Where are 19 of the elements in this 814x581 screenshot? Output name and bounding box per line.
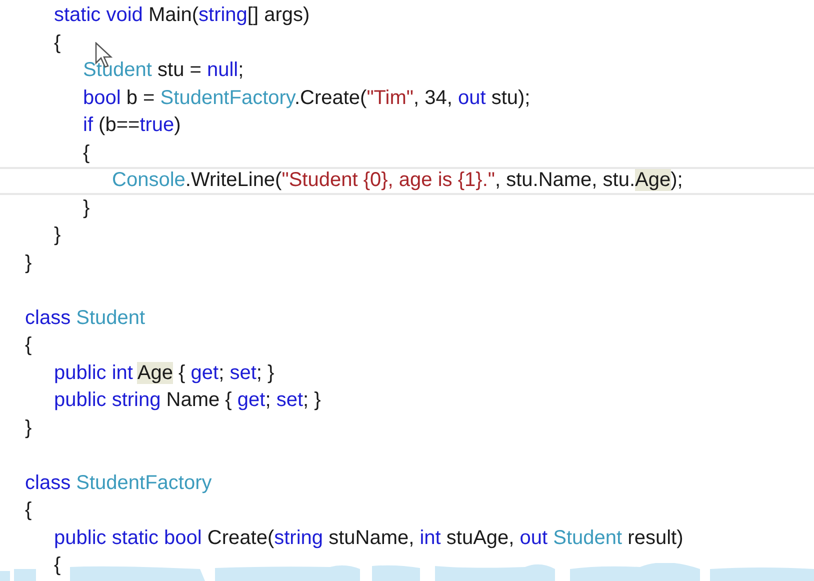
code-line: { [54,554,61,576]
code-line: { [54,32,61,54]
code-line: } [25,416,32,438]
code-line: } [54,224,61,246]
code-line: bool b = StudentFactory.Create("Tim", 34, out stu); [83,86,530,108]
code-line: public int Age { get; set; } [54,362,274,384]
code-line: class Student [25,306,146,328]
code-line: class StudentFactory [25,472,212,494]
code-line: { [25,499,32,521]
code-line: public static bool Create(string stuName, int stuAge, out Student result) [54,526,684,548]
code-line: } [25,252,32,274]
code-line: { [83,142,90,164]
code-line: static void Main(string[] args) [54,4,310,26]
code-line: Student stu = null; [83,59,244,81]
code-line: if (b==true) [83,114,181,136]
code-line: public string Name { get; set; } [54,389,321,411]
code-line: } [83,196,90,218]
code-line: { [25,334,32,356]
code-line: Console.WriteLine("Student {0}, age is {1}.", stu.Name, stu.Age); [112,169,683,191]
